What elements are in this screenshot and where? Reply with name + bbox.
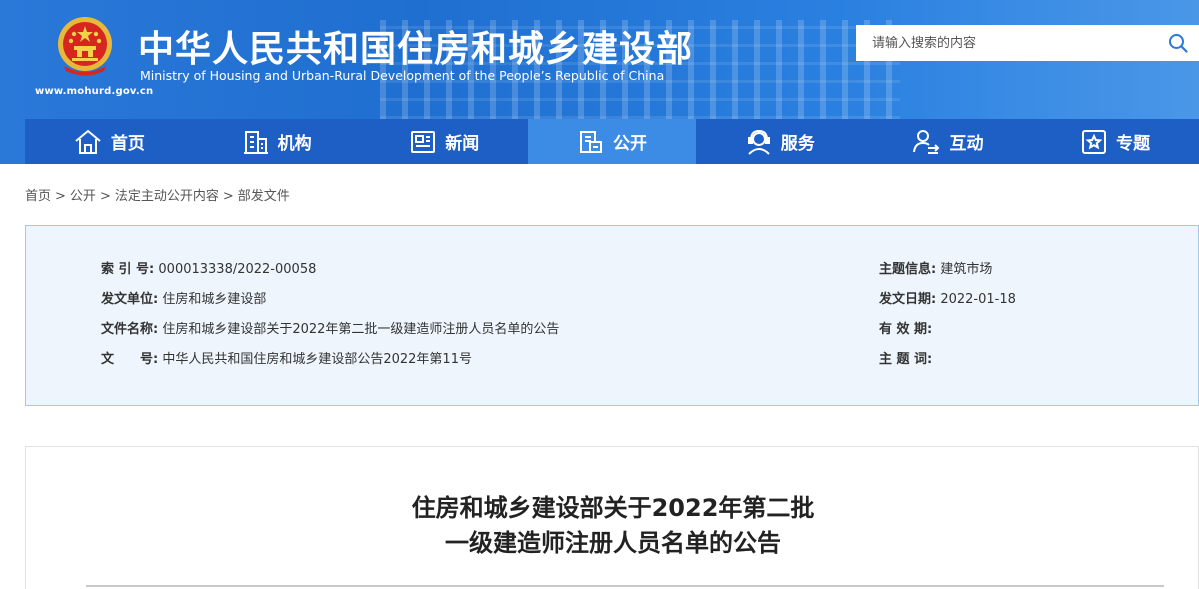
main-nav: 首页 机构 新闻 公开 服务 互动 专题 [0, 119, 1199, 164]
breadcrumb-public[interactable]: 公开 [70, 189, 96, 204]
meta-unit-value: 住房和城乡建设部 [162, 292, 267, 307]
meta-topic-row: 主题信息: 建筑市场 [879, 258, 992, 277]
meta-date-value: 2022-01-18 [940, 292, 1016, 307]
breadcrumb-separator: > [222, 189, 234, 204]
breadcrumb-statutory[interactable]: 法定主动公开内容 [115, 189, 219, 204]
star-topic-icon [1082, 129, 1107, 154]
nav-item-public[interactable]: 公开 [528, 119, 696, 164]
breadcrumb-ministry-docs[interactable]: 部发文件 [238, 189, 290, 204]
home-icon [75, 129, 101, 154]
breadcrumb-separator: > [99, 189, 111, 204]
nav-item-label: 机构 [277, 134, 312, 154]
search-input[interactable] [856, 25, 1156, 61]
meta-name-row: 文件名称: 住房和城乡建设部关于2022年第二批一级建造师注册人员名单的公告 [101, 318, 559, 337]
interaction-icon [913, 129, 940, 154]
meta-name-label: 文件名称: [101, 322, 159, 337]
site-title[interactable]: 中华人民共和国住房和城乡建设部 [138, 20, 693, 72]
meta-name-value: 住房和城乡建设部关于2022年第二批一级建造师注册人员名单的公告 [162, 322, 560, 337]
nav-item-organization[interactable]: 机构 [193, 119, 361, 164]
newspaper-icon [411, 130, 436, 153]
search-button[interactable] [1157, 25, 1199, 61]
meta-unit-row: 发文单位: 住房和城乡建设部 [101, 288, 266, 307]
meta-keywords-label: 主 题 词: [879, 352, 933, 367]
nav-item-label: 互动 [949, 134, 984, 154]
meta-index-value: 000013338/2022-00058 [158, 262, 317, 277]
nav-item-news[interactable]: 新闻 [360, 119, 528, 164]
meta-index-label: 索 引 号: [101, 262, 155, 277]
breadcrumb-separator: > [55, 189, 66, 204]
article-title-line-1: 住房和城乡建设部关于2022年第二批 [411, 494, 815, 522]
building-icon [243, 130, 268, 154]
meta-date-label: 发文日期: [879, 292, 937, 307]
meta-index-row: 索 引 号: 000013338/2022-00058 [101, 258, 316, 277]
meta-valid-label: 有 效 期: [879, 322, 933, 337]
nav-item-label: 服务 [780, 134, 815, 154]
nav-item-label: 公开 [613, 134, 648, 154]
site-header: www.mohurd.gov.cn 中华人民共和国住房和城乡建设部 Minist… [0, 0, 1199, 119]
meta-topic-value: 建筑市场 [940, 262, 993, 277]
breadcrumb-home[interactable]: 首页 [25, 189, 51, 204]
article-title: 住房和城乡建设部关于2022年第二批 一级建造师注册人员名单的公告 [26, 491, 1199, 561]
breadcrumb: 首页 > 公开 > 法定主动公开内容 > 部发文件 [25, 185, 290, 204]
meta-docno-row: 文 号: 中华人民共和国住房和城乡建设部公告2022年第11号 [101, 348, 472, 367]
nav-item-interaction[interactable]: 互动 [864, 119, 1032, 164]
public-docs-icon [580, 130, 603, 153]
nav-item-service[interactable]: 服务 [696, 119, 864, 164]
meta-topic-label: 主题信息: [879, 262, 937, 277]
nav-item-label: 新闻 [445, 134, 480, 154]
nav-item-topics[interactable]: 专题 [1031, 119, 1199, 164]
nav-item-home[interactable]: 首页 [25, 119, 193, 164]
site-title-english: Ministry of Housing and Urban-Rural Deve… [140, 68, 665, 83]
article-title-line-2: 一级建造师注册人员名单的公告 [445, 529, 781, 557]
meta-docno-value: 中华人民共和国住房和城乡建设部公告2022年第11号 [162, 352, 472, 367]
meta-unit-label: 发文单位: [101, 292, 159, 307]
meta-date-row: 发文日期: 2022-01-18 [879, 288, 1016, 307]
service-agent-icon [747, 129, 770, 155]
meta-docno-label: 文 号: [101, 352, 159, 367]
national-emblem-icon[interactable] [52, 14, 118, 80]
nav-item-label: 专题 [1116, 134, 1151, 154]
search-box [856, 25, 1199, 61]
meta-keywords-row: 主 题 词: [879, 348, 932, 367]
site-url: www.mohurd.gov.cn [35, 86, 154, 97]
search-icon [1169, 34, 1188, 53]
meta-valid-row: 有 效 期: [879, 318, 932, 337]
nav-item-label: 首页 [110, 134, 145, 154]
article-panel: 住房和城乡建设部关于2022年第二批 一级建造师注册人员名单的公告 [25, 446, 1199, 589]
article-title-divider [86, 585, 1164, 587]
document-meta-panel: 索 引 号: 000013338/2022-00058 发文单位: 住房和城乡建… [25, 225, 1199, 406]
